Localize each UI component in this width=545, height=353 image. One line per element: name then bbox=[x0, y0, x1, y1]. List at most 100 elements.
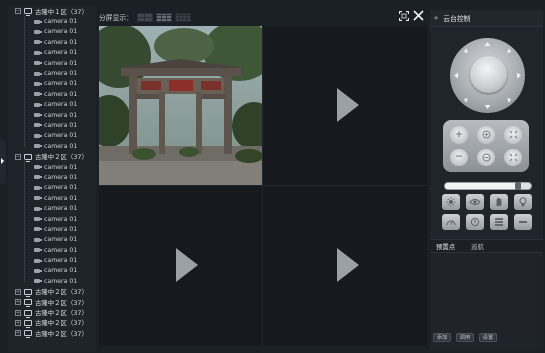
tab-cruise[interactable]: 巡航 bbox=[471, 242, 484, 251]
play-icon[interactable] bbox=[337, 248, 359, 282]
hand-icon bbox=[496, 197, 502, 206]
joystick-center-button[interactable] bbox=[470, 56, 507, 93]
tree-camera-item[interactable]: camera 01 bbox=[8, 89, 96, 99]
camera-icon bbox=[34, 71, 42, 76]
collapse-icon[interactable]: − bbox=[15, 153, 21, 160]
layout-2x2-button[interactable] bbox=[136, 12, 153, 22]
direction-joystick[interactable] bbox=[450, 38, 525, 113]
camera-icon bbox=[34, 92, 42, 97]
camera-icon bbox=[34, 81, 42, 86]
camera-label: camera 01 bbox=[44, 49, 78, 57]
video-pane-4[interactable] bbox=[263, 186, 427, 346]
camera-label: camera 01 bbox=[44, 101, 78, 109]
tree-camera-item[interactable]: camera 01 bbox=[8, 235, 96, 245]
view-button[interactable] bbox=[466, 194, 484, 210]
expand-icon[interactable]: + bbox=[15, 288, 21, 295]
tree-camera-item[interactable]: camera 01 bbox=[8, 16, 96, 26]
fullscreen-icon[interactable] bbox=[399, 11, 409, 21]
tree-camera-item[interactable]: camera 01 bbox=[8, 100, 96, 110]
auxiliary-light-button[interactable] bbox=[514, 194, 532, 210]
ptz-panel: » 云台控制 + − 预置点 巡航 添加 调用 设置 bbox=[430, 10, 543, 350]
expand-icon[interactable]: + bbox=[15, 319, 21, 326]
camera-icon bbox=[34, 113, 42, 118]
tree-camera-item[interactable]: camera 01 bbox=[8, 266, 96, 276]
tree-camera-item[interactable]: camera 01 bbox=[8, 48, 96, 58]
video-pane-2[interactable] bbox=[263, 26, 427, 185]
camera-label: camera 01 bbox=[44, 257, 78, 265]
tree-group-label: 古隆中２区（37） bbox=[35, 329, 88, 338]
tree-group-label: 古隆中２区（37） bbox=[35, 309, 88, 318]
light-button[interactable] bbox=[442, 194, 460, 210]
camera-icon bbox=[34, 175, 42, 180]
tab-presets[interactable]: 预置点 bbox=[436, 242, 455, 251]
tree-camera-item[interactable]: camera 01 bbox=[8, 110, 96, 120]
tree-group-label: 古隆中２区（37） bbox=[35, 153, 88, 162]
tree-group[interactable]: + 古隆中２区（37） bbox=[8, 307, 96, 318]
tree-group[interactable]: − 古隆中２区（37） bbox=[8, 151, 96, 162]
tree-camera-item[interactable]: camera 01 bbox=[8, 255, 96, 265]
wiper-button[interactable] bbox=[490, 194, 508, 210]
focus-far-button[interactable] bbox=[477, 148, 495, 166]
add-preset-button[interactable]: 添加 bbox=[433, 333, 451, 342]
expand-icon[interactable]: + bbox=[15, 330, 21, 337]
tree-camera-item[interactable]: camera 01 bbox=[8, 214, 96, 224]
call-preset-button[interactable]: 调用 bbox=[456, 333, 474, 342]
tree-camera-item[interactable]: camera 01 bbox=[8, 172, 96, 182]
tree-group[interactable]: + 古隆中２区（37） bbox=[8, 318, 96, 328]
tree-camera-item[interactable]: camera 01 bbox=[8, 68, 96, 78]
close-icon[interactable] bbox=[413, 10, 424, 21]
camera-icon bbox=[34, 258, 42, 263]
tree-camera-item[interactable]: camera 01 bbox=[8, 79, 96, 89]
gauge-icon bbox=[446, 220, 456, 226]
tree-camera-item[interactable]: camera 01 bbox=[8, 27, 96, 37]
zoom-in-button[interactable]: + bbox=[450, 126, 468, 144]
tree-camera-item[interactable]: camera 01 bbox=[8, 276, 96, 286]
ptz-speed-slider[interactable] bbox=[444, 182, 532, 190]
set-preset-button[interactable]: 设置 bbox=[479, 333, 497, 342]
collapse-tree-handle[interactable] bbox=[0, 140, 6, 184]
zoom-out-button[interactable]: − bbox=[450, 148, 468, 166]
tree-group[interactable]: + 古隆中２区（37） bbox=[8, 287, 96, 297]
tree-camera-item[interactable]: camera 01 bbox=[8, 193, 96, 203]
tree-camera-item[interactable]: camera 01 bbox=[8, 120, 96, 130]
camera-label: camera 01 bbox=[44, 121, 78, 129]
play-icon[interactable] bbox=[176, 248, 198, 282]
power-button[interactable] bbox=[466, 214, 484, 230]
video-pane-3[interactable] bbox=[99, 186, 262, 346]
tree-camera-item[interactable]: camera 01 bbox=[8, 162, 96, 172]
layout-3x3-button[interactable] bbox=[155, 12, 172, 22]
minimize-button[interactable] bbox=[514, 214, 532, 230]
layout-4x4-button[interactable] bbox=[174, 12, 191, 22]
expand-icon[interactable]: + bbox=[15, 309, 21, 316]
tree-group[interactable]: + 古隆中２区（37） bbox=[8, 297, 96, 308]
collapse-chevron-icon[interactable]: » bbox=[434, 14, 438, 22]
tree-camera-item[interactable]: camera 01 bbox=[8, 183, 96, 193]
tree-camera-item[interactable]: camera 01 bbox=[8, 58, 96, 68]
menu-button[interactable] bbox=[490, 214, 508, 230]
camera-icon bbox=[34, 123, 42, 128]
camera-icon bbox=[34, 40, 42, 45]
focus-near-button[interactable] bbox=[477, 126, 495, 144]
ptz-header: » 云台控制 bbox=[430, 10, 543, 27]
preset-tabs: 预置点 巡航 bbox=[430, 239, 543, 253]
slider-thumb[interactable] bbox=[515, 182, 522, 190]
expand-icon[interactable]: + bbox=[15, 299, 21, 306]
play-icon[interactable] bbox=[337, 88, 359, 122]
camera-label: camera 01 bbox=[44, 184, 78, 192]
tree-camera-item[interactable]: camera 01 bbox=[8, 131, 96, 141]
tree-camera-item[interactable]: camera 01 bbox=[8, 141, 96, 151]
tree-group[interactable]: + 古隆中２区（37） bbox=[8, 328, 96, 339]
camera-icon bbox=[34, 227, 42, 232]
iris-open-button[interactable] bbox=[504, 126, 522, 144]
video-pane-1[interactable] bbox=[99, 26, 262, 185]
tree-camera-item[interactable]: camera 01 bbox=[8, 245, 96, 255]
iris-close-button[interactable] bbox=[504, 148, 522, 166]
speed-gauge-button[interactable] bbox=[442, 214, 460, 230]
tree-camera-item[interactable]: camera 01 bbox=[8, 37, 96, 47]
tree-camera-item[interactable]: camera 01 bbox=[8, 203, 96, 213]
tree-group[interactable]: − 古隆中１区（37） bbox=[8, 6, 96, 17]
arrow-right-icon bbox=[1, 158, 4, 164]
camera-icon bbox=[34, 19, 42, 24]
collapse-icon[interactable]: − bbox=[15, 8, 21, 15]
tree-camera-item[interactable]: camera 01 bbox=[8, 224, 96, 234]
